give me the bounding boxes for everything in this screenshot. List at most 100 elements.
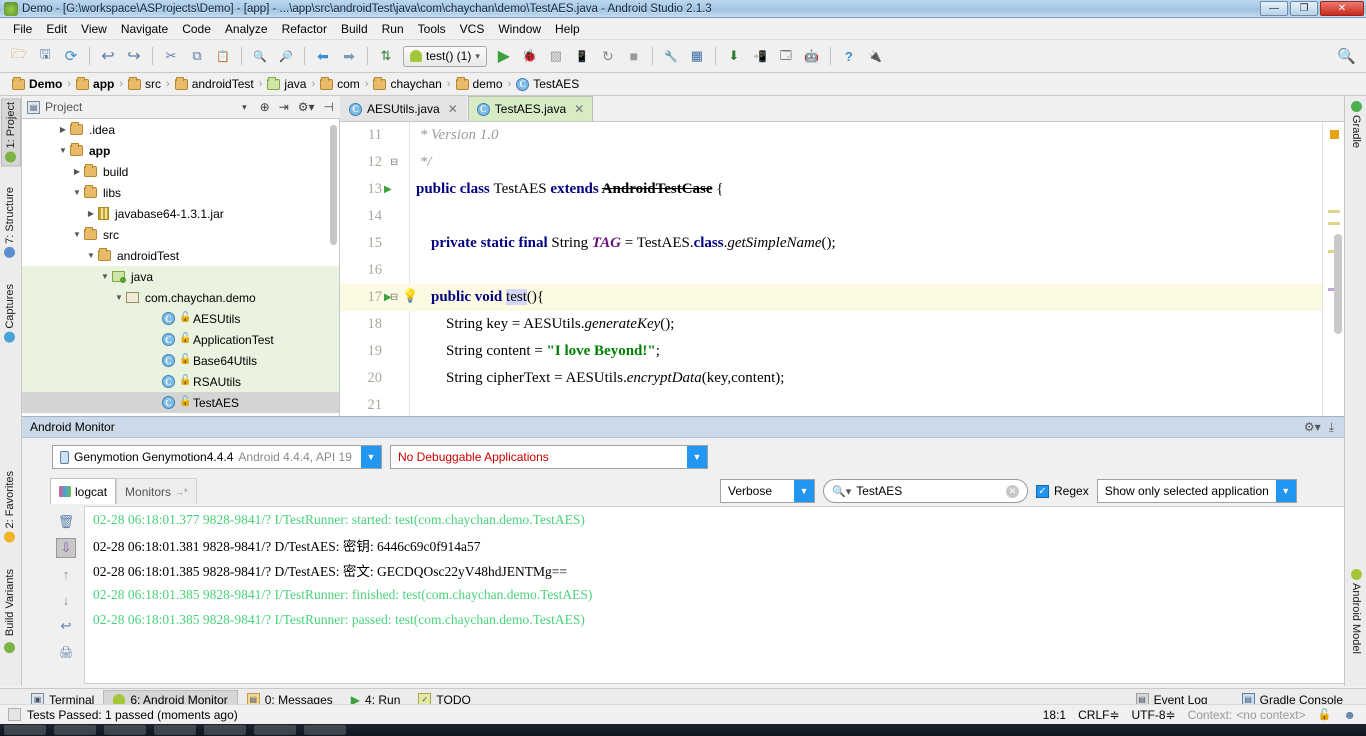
paste-icon[interactable]: 📋 — [212, 45, 234, 67]
breadcrumb-item-src[interactable]: src — [124, 76, 165, 91]
logcat-output[interactable]: 02-28 06:18:01.377 9828-9841/? I/TestRun… — [84, 506, 1344, 684]
menu-help[interactable]: Help — [548, 20, 587, 38]
run-icon[interactable]: ▶ — [493, 45, 515, 67]
project-tree[interactable]: ▶ .idea ▼ app ▶ build ▼ libs ▶ javabase6… — [22, 119, 340, 416]
menu-run[interactable]: Run — [375, 20, 411, 38]
close-icon[interactable]: ✕ — [448, 102, 458, 116]
clear-icon[interactable]: ✕ — [1006, 484, 1019, 498]
tree-item-package[interactable]: ▼ com.chaychan.demo — [22, 287, 339, 308]
change-marker[interactable] — [1328, 222, 1340, 225]
help-icon[interactable]: ? — [838, 45, 860, 67]
file-encoding[interactable]: UTF-8≑ — [1132, 708, 1176, 722]
editor-tab-aesutils[interactable]: C AESUtils.java ✕ — [340, 96, 467, 121]
breadcrumb-item-chaychan[interactable]: chaychan — [369, 76, 445, 91]
close-button[interactable]: ✕ — [1320, 1, 1364, 16]
hide-icon[interactable]: ⤓ — [1329, 420, 1334, 435]
find-icon[interactable]: 🔍 — [249, 45, 271, 67]
regex-checkbox[interactable]: ✓ Regex — [1036, 484, 1089, 498]
breadcrumb-item-com[interactable]: com — [316, 76, 364, 91]
avd-manager-icon[interactable]: ▦ — [686, 45, 708, 67]
tree-item-idea[interactable]: ▶ .idea — [22, 119, 339, 140]
menu-refactor[interactable]: Refactor — [275, 20, 334, 38]
tree-item-androidtest[interactable]: ▼ androidTest — [22, 245, 339, 266]
soft-wrap-icon[interactable]: ↩ — [56, 616, 76, 636]
undo-icon[interactable]: ↩ — [97, 45, 119, 67]
line-separator[interactable]: CRLF≑ — [1078, 708, 1119, 722]
breadcrumb-item-testaes[interactable]: C TestAES — [512, 77, 583, 91]
chevron-down-icon[interactable]: ▾ — [242, 102, 247, 113]
editor-scrollbar-thumb[interactable] — [1334, 234, 1342, 334]
back-icon[interactable]: ⬅ — [312, 45, 334, 67]
sidebar-item-android-model[interactable]: Android Model — [1347, 566, 1365, 657]
sidebar-item-structure[interactable]: 7: Structure — [1, 184, 19, 261]
sdk-manager-icon[interactable]: 🔧 — [660, 45, 682, 67]
twisty-icon[interactable]: ▶ — [56, 125, 70, 134]
hide-icon[interactable]: ⊣ — [324, 100, 334, 114]
intention-bulb-icon[interactable]: 💡 — [402, 288, 418, 304]
taskbar-item[interactable] — [254, 725, 296, 735]
twisty-icon[interactable]: ▶ — [84, 209, 98, 218]
breadcrumb-item-demo[interactable]: Demo — [8, 76, 66, 91]
breadcrumb-item-app[interactable]: app — [72, 76, 118, 91]
save-all-icon[interactable]: 🖫 — [34, 45, 56, 67]
chevron-down-icon[interactable]: ▼ — [1275, 480, 1296, 502]
tree-item-jar[interactable]: ▶ javabase64-1.3.1.jar — [22, 203, 339, 224]
tab-monitors[interactable]: Monitors →* — [116, 478, 197, 504]
device-monitor-icon[interactable]: 📲 — [749, 45, 771, 67]
menu-view[interactable]: View — [74, 20, 114, 38]
fold-icon[interactable]: ⊟ — [390, 292, 398, 303]
close-icon[interactable]: ✕ — [574, 102, 584, 116]
sidebar-item-project[interactable]: 1: Project — [1, 98, 21, 167]
warning-marker[interactable] — [1330, 130, 1339, 139]
sync-icon[interactable]: ⟳ — [60, 45, 82, 67]
taskbar-item[interactable] — [154, 725, 196, 735]
replace-icon[interactable]: 🔎 — [275, 45, 297, 67]
menu-navigate[interactable]: Navigate — [114, 20, 175, 38]
search-everywhere-icon[interactable]: 🔍 — [1337, 47, 1356, 65]
menu-window[interactable]: Window — [491, 20, 548, 38]
scope-selector[interactable]: Show only selected application ▼ — [1096, 479, 1297, 503]
twisty-icon[interactable]: ▶ — [70, 167, 84, 176]
forward-icon[interactable]: ➡ — [338, 45, 360, 67]
inspection-face-icon[interactable]: ☻ — [1343, 708, 1356, 722]
twisty-icon[interactable]: ▼ — [70, 230, 84, 239]
twisty-icon[interactable]: ▼ — [84, 251, 98, 260]
caret-position[interactable]: 18:1 — [1043, 708, 1066, 722]
maximize-button[interactable]: ❐ — [1290, 1, 1318, 16]
scroll-to-end-icon[interactable]: ⇩ — [56, 538, 76, 558]
lock-icon[interactable]: 🔓 — [1318, 708, 1332, 721]
menu-edit[interactable]: Edit — [39, 20, 74, 38]
log-level-selector[interactable]: Verbose ▼ — [720, 479, 815, 503]
taskbar-item[interactable] — [54, 725, 96, 735]
fold-icon[interactable]: ⊟ — [390, 157, 398, 168]
tab-logcat[interactable]: logcat — [50, 478, 117, 504]
sort-icon[interactable]: ⇅ — [375, 45, 397, 67]
breadcrumb-item-demo-pkg[interactable]: demo — [452, 76, 507, 91]
sidebar-item-build-variants[interactable]: Build Variants — [1, 566, 19, 656]
breadcrumb-item-androidtest[interactable]: androidTest — [171, 76, 258, 91]
copy-icon[interactable]: ⧉ — [186, 45, 208, 67]
tree-item-rsautils[interactable]: C 🔓 RSAUtils — [22, 371, 339, 392]
device-file-icon[interactable]: 🔌 — [864, 45, 886, 67]
debug-icon[interactable]: 🐞 — [519, 45, 541, 67]
tree-item-base64utils[interactable]: C 🔓 Base64Utils — [22, 350, 339, 371]
checkbox-checked-icon[interactable]: ✓ — [1036, 484, 1049, 498]
coverage-icon[interactable]: ▨ — [545, 45, 567, 67]
tree-item-build[interactable]: ▶ build — [22, 161, 339, 182]
menu-analyze[interactable]: Analyze — [218, 20, 275, 38]
editor-tab-testaes[interactable]: C TestAES.java ✕ — [467, 96, 594, 121]
sync-gradle-icon[interactable]: ⬇ — [723, 45, 745, 67]
print-icon[interactable]: 🖨 — [56, 642, 76, 662]
sidebar-item-gradle[interactable]: Gradle — [1347, 98, 1365, 151]
change-marker[interactable] — [1328, 210, 1340, 213]
gear-icon[interactable]: ⚙▾ — [1304, 420, 1321, 435]
stop-icon[interactable]: ■ — [623, 45, 645, 67]
menu-vcs[interactable]: VCS — [453, 20, 492, 38]
rerun-icon[interactable]: ↻ — [597, 45, 619, 67]
code-editor[interactable]: 11 * Version 1.0 12 ⊟ */ 13 ▶ public cla… — [340, 122, 1344, 416]
chevron-down-icon[interactable]: ▾ — [475, 51, 480, 62]
tree-item-src[interactable]: ▼ src — [22, 224, 339, 245]
run-configuration-selector[interactable]: test() (1) ▾ — [403, 45, 487, 67]
process-selector[interactable]: No Debuggable Applications ▼ — [390, 445, 708, 469]
taskbar-item[interactable] — [104, 725, 146, 735]
